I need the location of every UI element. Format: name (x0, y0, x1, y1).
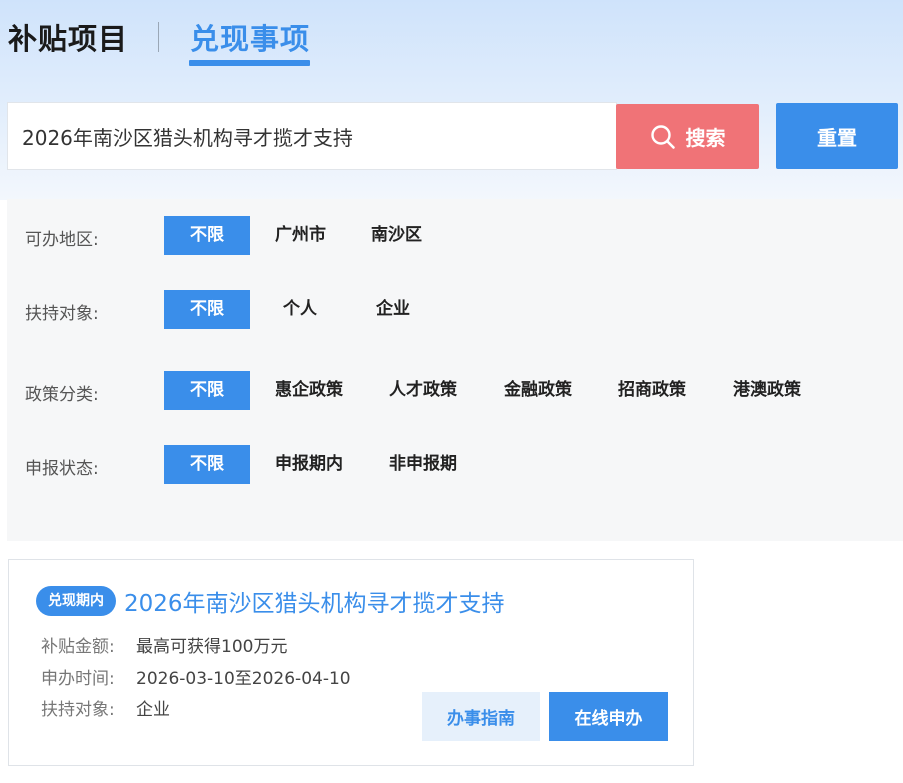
filter-category-unlimited[interactable]: 不限 (164, 371, 250, 410)
filter-status-unlimited[interactable]: 不限 (164, 445, 250, 484)
filter-status-open[interactable]: 申报期内 (275, 445, 343, 484)
apply-online-button[interactable]: 在线申办 (549, 692, 668, 741)
filter-label-category: 政策分类: (25, 385, 99, 405)
filter-region-unlimited[interactable]: 不限 (164, 216, 250, 255)
guide-button[interactable]: 办事指南 (422, 692, 540, 741)
filter-label-region: 可办地区: (25, 230, 99, 250)
filter-panel: 可办地区: 不限 广州市 南沙区 扶持对象: 不限 个人 企业 政策分类: 不限… (7, 199, 903, 541)
filter-row-region: 可办地区: 不限 广州市 南沙区 (7, 216, 903, 256)
target-value: 企业 (136, 700, 170, 720)
time-label: 申办时间: (41, 669, 115, 689)
search-icon (650, 124, 675, 149)
filter-target-individual[interactable]: 个人 (283, 290, 317, 329)
filter-category-investment-policy[interactable]: 招商政策 (618, 371, 686, 410)
filter-category-talent-policy[interactable]: 人才政策 (389, 371, 457, 410)
filter-region-guangzhou[interactable]: 广州市 (275, 216, 326, 255)
tab-redemption-items[interactable]: 兑现事项 (190, 16, 310, 58)
amount-value: 最高可获得100万元 (136, 637, 288, 657)
filter-target-unlimited[interactable]: 不限 (164, 290, 250, 329)
tab-subsidy-projects[interactable]: 补贴项目 (8, 16, 128, 58)
result-card: 兑现期内 2026年南沙区猎头机构寻才揽才支持 补贴金额: 最高可获得100万元… (8, 559, 694, 766)
filter-row-target: 扶持对象: 不限 个人 企业 (7, 290, 903, 330)
search-input[interactable] (7, 102, 617, 170)
tab-divider (158, 22, 159, 52)
filter-label-target: 扶持对象: (25, 304, 99, 324)
reset-button[interactable]: 重置 (776, 103, 898, 169)
time-value: 2026-03-10至2026-04-10 (136, 669, 351, 689)
card-title[interactable]: 2026年南沙区猎头机构寻才揽才支持 (124, 584, 505, 618)
filter-category-enterprise-policy[interactable]: 惠企政策 (275, 371, 343, 410)
filter-target-enterprise[interactable]: 企业 (376, 290, 410, 329)
search-button-label: 搜索 (685, 128, 726, 150)
filter-status-closed[interactable]: 非申报期 (389, 445, 457, 484)
filter-region-nansha[interactable]: 南沙区 (371, 216, 422, 255)
filter-category-hk-macau-policy[interactable]: 港澳政策 (733, 371, 801, 410)
filter-row-status: 申报状态: 不限 申报期内 非申报期 (7, 445, 903, 485)
amount-label: 补贴金额: (41, 637, 115, 657)
active-tab-indicator (189, 60, 310, 66)
header-background (0, 0, 903, 200)
filter-category-finance-policy[interactable]: 金融政策 (504, 371, 572, 410)
filter-row-category: 政策分类: 不限 惠企政策 人才政策 金融政策 招商政策 港澳政策 (7, 371, 903, 411)
status-badge: 兑现期内 (36, 586, 116, 616)
search-button[interactable]: 搜索 (616, 104, 759, 169)
target-label: 扶持对象: (41, 700, 115, 720)
filter-label-status: 申报状态: (25, 459, 99, 479)
